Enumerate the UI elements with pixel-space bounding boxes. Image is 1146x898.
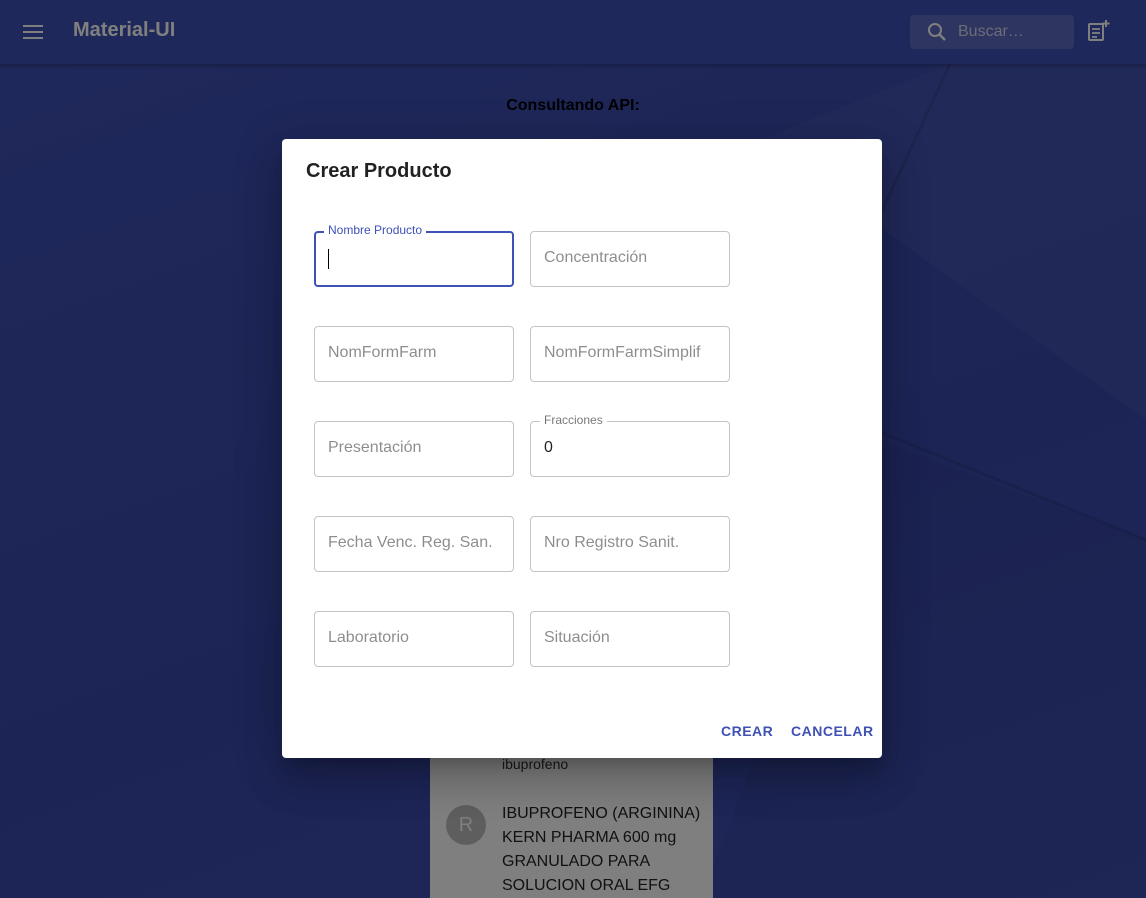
cancel-button[interactable]: CANCELAR xyxy=(791,720,874,742)
field-placeholder: Concentración xyxy=(544,249,648,266)
dialog-title: Crear Producto xyxy=(306,160,452,182)
fracciones-field[interactable]: Fracciones 0 xyxy=(530,413,730,477)
situacion-field[interactable]: Situación xyxy=(530,611,730,667)
field-placeholder: NomFormFarm xyxy=(328,344,437,361)
field-label: Nombre Producto xyxy=(324,223,427,237)
create-button[interactable]: CREAR xyxy=(721,720,773,742)
fecha-venc-field[interactable]: Fecha Venc. Reg. San. xyxy=(314,516,514,572)
field-placeholder: NomFormFarmSimplif xyxy=(544,344,701,361)
field-outline xyxy=(314,231,514,287)
field-placeholder: Nro Registro Sanit. xyxy=(544,534,680,551)
field-value: 0 xyxy=(544,439,553,456)
nom-form-farm-field[interactable]: NomFormFarm xyxy=(314,326,514,382)
nom-form-farm-simplif-field[interactable]: NomFormFarmSimplif xyxy=(530,326,730,382)
text-caret xyxy=(328,249,329,269)
laboratorio-field[interactable]: Laboratorio xyxy=(314,611,514,667)
nro-registro-field[interactable]: Nro Registro Sanit. xyxy=(530,516,730,572)
create-product-dialog: Crear Producto Nombre Producto Concentra… xyxy=(282,139,882,758)
concentracion-field[interactable]: Concentración xyxy=(530,231,730,287)
field-placeholder: Situación xyxy=(544,629,610,646)
field-outline xyxy=(530,421,730,477)
presentacion-field[interactable]: Presentación xyxy=(314,421,514,477)
field-label: Fracciones xyxy=(540,413,607,427)
nombre-producto-field[interactable]: Nombre Producto xyxy=(314,223,514,287)
field-placeholder: Presentación xyxy=(328,439,422,456)
field-placeholder: Fecha Venc. Reg. San. xyxy=(328,534,493,551)
field-placeholder: Laboratorio xyxy=(328,629,409,646)
